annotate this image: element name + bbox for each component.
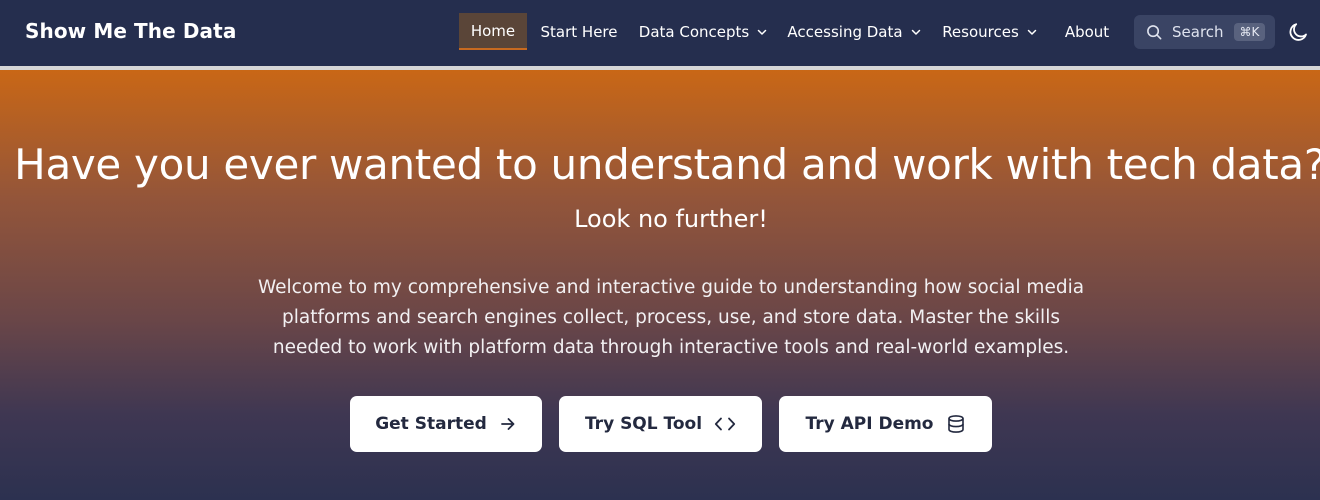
try-api-demo-label: Try API Demo — [805, 414, 934, 434]
get-started-label: Get Started — [375, 414, 487, 434]
site-brand[interactable]: Show Me The Data — [25, 19, 236, 43]
search-button[interactable]: Search ⌘K — [1134, 15, 1275, 49]
nav-data-concepts-label: Data Concepts — [638, 22, 750, 41]
try-sql-tool-label: Try SQL Tool — [584, 414, 703, 434]
nav-home-label: Home — [470, 21, 516, 40]
chevron-down-icon — [757, 29, 767, 35]
nav-resources-label: Resources — [942, 22, 1019, 41]
chevron-down-icon — [911, 29, 920, 35]
chevron-down-icon — [1027, 29, 1037, 35]
hero-description: Welcome to my comprehensive and interact… — [257, 277, 1085, 358]
nav-resources[interactable]: Resources — [940, 13, 1040, 50]
code-icon — [714, 417, 736, 431]
nav-start-here[interactable]: Start Here — [534, 13, 624, 50]
try-api-demo-button[interactable]: Try API Demo — [779, 396, 992, 452]
nav-about[interactable]: About — [1058, 13, 1116, 50]
try-sql-tool-button[interactable]: Try SQL Tool — [559, 396, 762, 452]
nav-start-here-label: Start Here — [540, 22, 618, 41]
hero-title: Have you ever wanted to understand and w… — [14, 140, 1320, 189]
arrow-right-icon — [500, 418, 515, 430]
moon-icon[interactable] — [1286, 20, 1310, 44]
nav-accessing-data-label: Accessing Data — [787, 22, 903, 41]
nav-about-label: About — [1064, 22, 1110, 41]
database-icon — [947, 415, 964, 433]
top-navbar: Show Me The Data Home Start Here Data Co… — [0, 0, 1320, 66]
get-started-button[interactable]: Get Started — [350, 396, 542, 452]
nav-data-concepts[interactable]: Data Concepts — [636, 13, 771, 50]
nav-home[interactable]: Home — [459, 13, 527, 50]
search-shortcut-badge: ⌘K — [1233, 23, 1266, 41]
nav-accessing-data[interactable]: Accessing Data — [786, 13, 923, 50]
search-label: Search — [1172, 23, 1224, 41]
search-icon — [1147, 24, 1162, 39]
hero-subtitle: Look no further! — [574, 205, 768, 233]
